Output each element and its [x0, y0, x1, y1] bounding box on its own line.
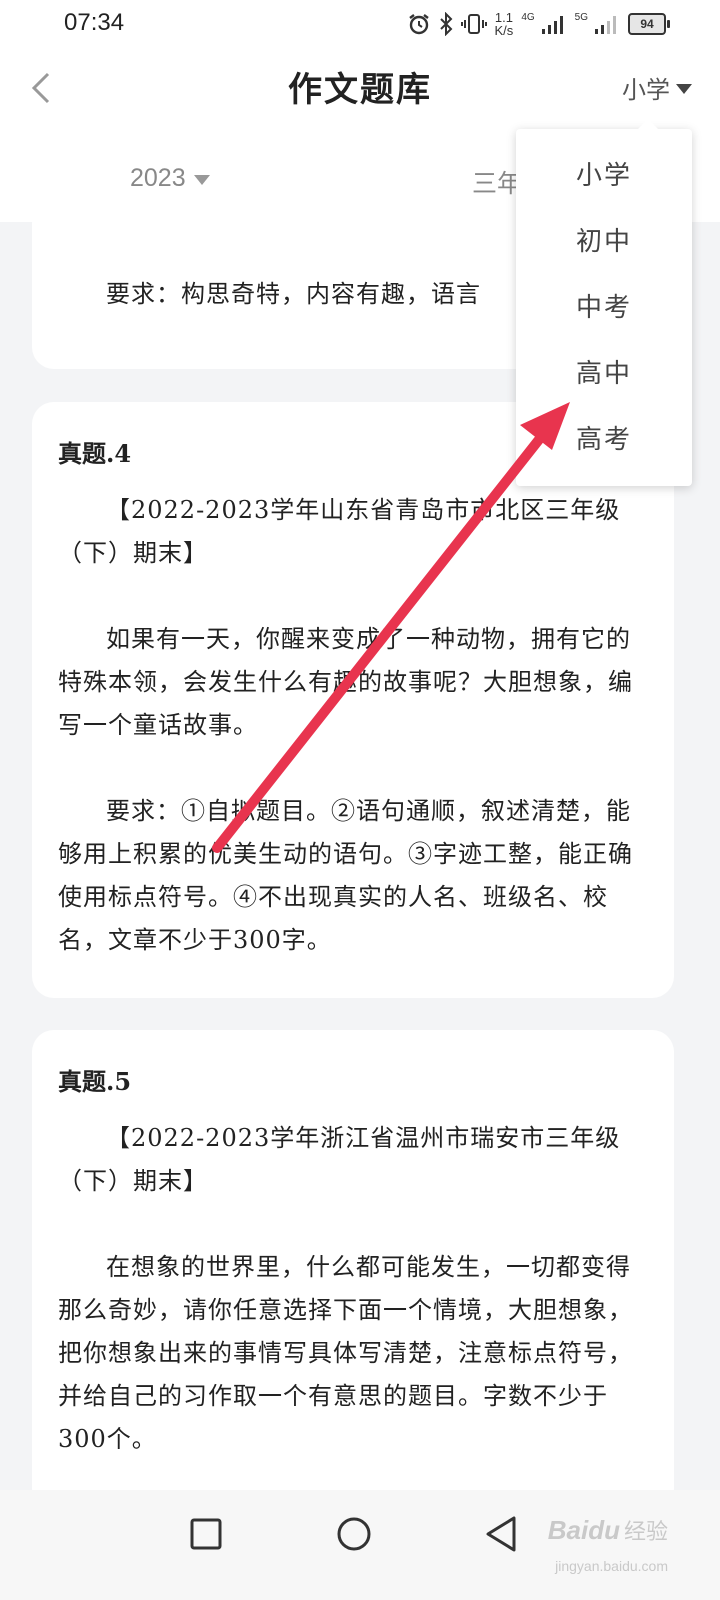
card-requirement: 要求：①自拟题目。②语句通顺，叙述清楚，能够用上积累的优美生动的语句。③字迹工整…	[58, 797, 633, 954]
year-filter-label: 2023	[130, 164, 186, 192]
signal-icon	[541, 10, 567, 38]
dropdown-option-primary[interactable]: 小学	[516, 143, 692, 209]
baidu-watermark: Baidu 经验	[548, 1514, 668, 1546]
dropdown-option-senior-high[interactable]: 高中	[516, 341, 692, 407]
year-filter[interactable]: 2023	[130, 164, 210, 193]
grade-filter[interactable]: 三年	[472, 164, 522, 200]
question-card: 真题.5 【2022-2023学年浙江省温州市瑞安市三年级（下）期末】 在想象的…	[32, 1030, 674, 1490]
battery-indicator: 94	[628, 13, 670, 35]
status-time: 07:34	[64, 9, 125, 36]
card-source: 【2022-2023学年山东省青岛市市北区三年级（下）期末】	[58, 496, 621, 567]
alarm-icon	[407, 10, 431, 38]
triangle-down-icon	[676, 83, 692, 94]
grade-filter-label: 三年	[472, 169, 523, 198]
home-button[interactable]	[332, 1512, 376, 1556]
page-title: 作文题库	[288, 70, 432, 110]
system-nav-bar: Baidu 经验 jingyan.baidu.com	[0, 1490, 720, 1600]
status-icons: 1.1 K/s 4G 5G 94	[407, 10, 670, 38]
bluetooth-icon	[439, 10, 453, 38]
vibrate-icon	[460, 10, 487, 38]
card-prompt: 如果有一天，你醒来变成了一种动物，拥有它的特殊本领，会发生什么有趣的故事呢？大胆…	[58, 625, 633, 739]
triangle-down-icon	[193, 174, 210, 185]
card-title: 真题.5	[58, 1067, 132, 1096]
nav-bar: 作文题库 小学	[0, 50, 720, 130]
card-prompt: 在想象的世界里，什么都可能发生，一切都变得那么奇妙，请你任意选择下面一个情境，大…	[58, 1253, 633, 1453]
back-button[interactable]	[480, 1512, 524, 1556]
dropdown-option-junior-high[interactable]: 初中	[516, 209, 692, 275]
level-select[interactable]: 小学	[622, 70, 692, 105]
dropdown-option-zhongkao[interactable]: 中考	[516, 275, 692, 341]
watermark-label: 经验	[623, 1519, 668, 1544]
card-source: 【2022-2023学年浙江省温州市瑞安市三年级（下）期末】	[58, 1124, 621, 1195]
dropdown-option-gaokao[interactable]: 高考	[516, 407, 692, 473]
watermark-logo: Baidu	[547, 1514, 620, 1545]
net-speed: 1.1 K/s	[494, 10, 514, 38]
signal-icon	[594, 10, 620, 38]
question-card: 真题.4 【2022-2023学年山东省青岛市市北区三年级（下）期末】 如果有一…	[32, 402, 674, 998]
level-select-label: 小学	[622, 76, 670, 104]
level-dropdown-menu: 小学 初中 中考 高中 高考	[516, 119, 692, 486]
recent-apps-button[interactable]	[184, 1512, 228, 1556]
status-bar: 07:34 1.1 K/s 4G 5G 94	[0, 0, 720, 50]
signal-2-label: 5G	[574, 12, 588, 23]
watermark-url: jingyan.baidu.com	[555, 1558, 668, 1574]
signal-1-label: 4G	[521, 12, 535, 23]
